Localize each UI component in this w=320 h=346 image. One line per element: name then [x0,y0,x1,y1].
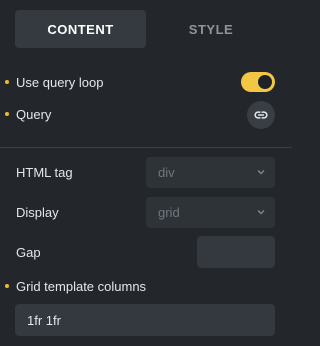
chevron-down-icon [257,209,265,215]
display-label: Display [16,205,59,220]
modified-indicator-dot [5,284,9,288]
use-query-loop-toggle[interactable] [241,72,275,92]
grid-template-columns-label: Grid template columns [16,279,147,294]
toggle-knob [258,75,272,89]
query-label: Query [16,107,52,122]
display-value: grid [158,205,180,220]
modified-indicator-dot [5,80,9,84]
grid-template-columns-input[interactable]: 1fr 1fr [15,304,275,336]
display-select[interactable]: grid [146,197,275,228]
modified-indicator-dot [5,112,9,116]
panel-tabs: CONTENT STYLE [15,10,276,49]
link-icon [254,111,268,119]
tab-style[interactable]: STYLE [146,10,276,48]
html-tag-select[interactable]: div [146,157,275,188]
use-query-loop-label: Use query loop [16,75,104,90]
html-tag-label: HTML tag [16,165,73,180]
html-tag-value: div [158,165,175,180]
chevron-down-icon [257,169,265,175]
tab-content[interactable]: CONTENT [15,10,146,48]
gap-label: Gap [16,245,41,260]
section-divider [0,147,292,148]
query-settings-button[interactable] [247,101,275,129]
grid-template-columns-value: 1fr 1fr [27,312,61,328]
gap-input[interactable] [197,236,275,268]
